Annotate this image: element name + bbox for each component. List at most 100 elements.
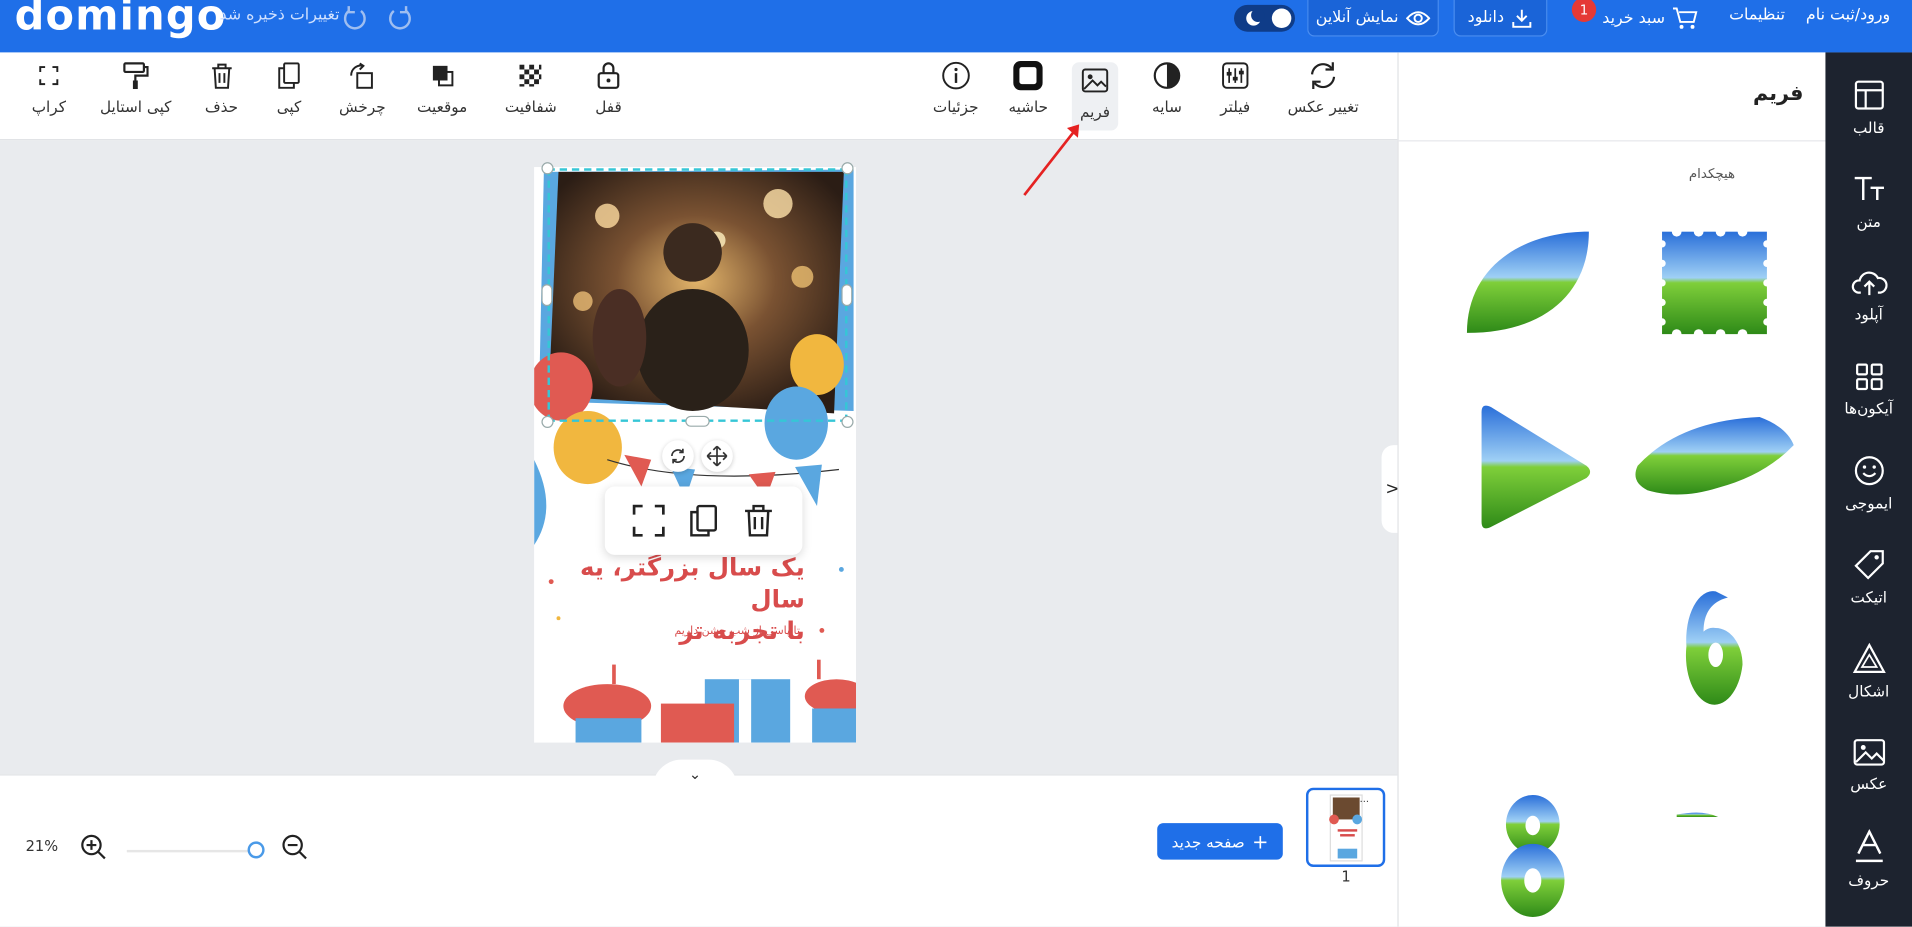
nav-text-label: متن	[1856, 211, 1881, 230]
tool-crop-label: کراپ	[31, 97, 66, 116]
download-button[interactable]: دانلود	[1453, 0, 1548, 37]
rotate-icon	[346, 60, 378, 92]
tool-delete[interactable]: حذف	[205, 60, 238, 128]
new-page-button[interactable]: صفحه جدید +	[1157, 823, 1283, 860]
tool-details-label: جزئیات	[932, 97, 979, 116]
toggle-knob	[1271, 8, 1292, 29]
cart-link[interactable]: سبد خرید	[1602, 6, 1699, 30]
image-icon	[1853, 738, 1885, 766]
leaf-frame[interactable]	[1466, 231, 1589, 333]
nav-upload-label: آپلود	[1854, 304, 1883, 323]
zoom-in-icon[interactable]	[80, 834, 107, 861]
rotate-icon	[671, 448, 685, 464]
nav-stickers[interactable]: اتیکت	[1825, 534, 1912, 619]
eye-icon	[1405, 10, 1431, 25]
element-context-menu	[604, 486, 803, 555]
page-thumbnail-preview: ···	[1329, 794, 1369, 862]
undo-icon[interactable]	[340, 4, 369, 33]
tool-border-label: حاشیه	[1008, 97, 1049, 116]
nav-text[interactable]: متن	[1825, 159, 1912, 244]
info-icon	[940, 60, 972, 92]
nav-icons[interactable]: آیکون‌ها	[1825, 346, 1912, 431]
zoom-slider-track[interactable]	[126, 849, 257, 853]
template-icon	[1854, 79, 1884, 110]
tool-position[interactable]: موقعیت	[417, 60, 467, 128]
svg-text:···: ···	[1360, 797, 1369, 808]
zoom-slider-knob[interactable]	[247, 841, 265, 859]
nav-icons-label: آیکون‌ها	[1844, 398, 1894, 417]
tool-transparency[interactable]: شفافیت	[505, 60, 557, 128]
crop-icon[interactable]	[632, 504, 666, 538]
login-link[interactable]: ورود/ثبت نام	[1806, 6, 1890, 24]
logo[interactable]: domingo	[15, 0, 227, 40]
resize-handle-left[interactable]	[541, 284, 553, 307]
bottom-bar: 21% صفحه جدید +	[0, 774, 1398, 927]
tool-crop[interactable]: کراپ	[32, 60, 66, 128]
stamp-frame[interactable]	[1658, 226, 1771, 339]
frame-grid	[1466, 226, 1794, 917]
dark-mode-toggle[interactable]	[1234, 4, 1296, 32]
digit-6-frame[interactable]	[1685, 591, 1743, 705]
tool-rotate[interactable]: چرخش	[339, 60, 386, 128]
zoom-out-icon[interactable]	[282, 834, 309, 861]
nav-templates[interactable]: قالب	[1825, 65, 1912, 150]
nav-emoji[interactable]: ایموجی	[1825, 440, 1912, 525]
chevron-down-icon: ⌄	[688, 765, 702, 783]
partial-frame[interactable]	[1676, 812, 1719, 817]
nav-shapes[interactable]: اشکال	[1825, 628, 1912, 713]
tag-icon	[1853, 549, 1884, 579]
resize-handle-br[interactable]	[841, 415, 854, 429]
tool-position-label: موقعیت	[417, 97, 468, 116]
resize-handle-tr[interactable]	[841, 162, 854, 175]
tool-shadow[interactable]: سایه	[1151, 60, 1183, 128]
tool-copy[interactable]: کپی	[273, 60, 305, 128]
move-handle[interactable]	[701, 440, 733, 472]
top-bar: domingo تغییرات ذخیره شد نمایش آنلاین دا…	[0, 0, 1912, 53]
copy-icon[interactable]	[687, 504, 721, 538]
plus-icon: +	[1252, 829, 1269, 853]
copy-icon	[273, 60, 305, 92]
rotate-handle[interactable]	[662, 440, 694, 472]
emoji-icon	[1854, 455, 1884, 485]
resize-handle-bottom[interactable]	[685, 415, 710, 427]
nav-photos-label: عکس	[1850, 773, 1888, 793]
moon-icon	[1246, 8, 1265, 26]
preview-button[interactable]: نمایش آنلاین	[1307, 0, 1439, 37]
triangle-frame[interactable]	[1481, 405, 1591, 529]
tool-filter[interactable]: فیلتر	[1219, 60, 1251, 128]
zoom-level: 21%	[25, 837, 59, 855]
resize-handle-bl[interactable]	[541, 415, 554, 429]
filter-icon	[1219, 60, 1251, 92]
tool-lock[interactable]: قفل	[593, 60, 625, 128]
frame-panel: فریم هیچکدام	[1397, 52, 1827, 927]
tool-transparency-label: شفافیت	[504, 97, 557, 116]
tool-copy-style-label: کپی استایل	[99, 97, 172, 116]
border-icon	[1012, 60, 1044, 92]
preview-label: نمایش آنلاین	[1315, 8, 1399, 27]
tool-details[interactable]: جزئیات	[933, 60, 979, 128]
tool-lock-label: قفل	[595, 97, 622, 116]
digit-8-frame[interactable]	[1501, 795, 1565, 917]
download-label: دانلود	[1467, 8, 1505, 27]
resize-handle-right[interactable]	[841, 284, 853, 307]
design-subline[interactable]: تا پاسی از شب جشن داریم	[537, 626, 799, 638]
nav-photos[interactable]: عکس	[1825, 722, 1912, 807]
collapse-pages-button[interactable]: ⌄	[652, 759, 738, 789]
side-nav: قالب متن آپلود آیکون‌ها ایموجی اتیکت اشک…	[1825, 52, 1912, 927]
settings-link[interactable]: تنظیمات	[1729, 6, 1785, 24]
nav-upload[interactable]: آپلود	[1825, 252, 1912, 337]
cart-label: سبد خرید	[1602, 9, 1666, 28]
trash-icon[interactable]	[741, 504, 775, 538]
nav-letters[interactable]: حروف	[1825, 816, 1912, 901]
nav-shapes-label: اشکال	[1848, 681, 1890, 700]
tool-replace-image[interactable]: تغییر عکس	[1288, 60, 1359, 128]
resize-handle-tl[interactable]	[541, 162, 554, 175]
tool-copy-style[interactable]: کپی استایل	[100, 60, 171, 128]
redo-icon[interactable]	[385, 4, 414, 33]
nav-templates-label: قالب	[1852, 117, 1885, 136]
page-thumbnail[interactable]: ···	[1305, 787, 1386, 867]
move-icon	[706, 445, 728, 467]
brush-frame[interactable]	[1635, 417, 1794, 495]
selection-box[interactable]	[547, 168, 848, 422]
layers-icon	[426, 60, 458, 92]
